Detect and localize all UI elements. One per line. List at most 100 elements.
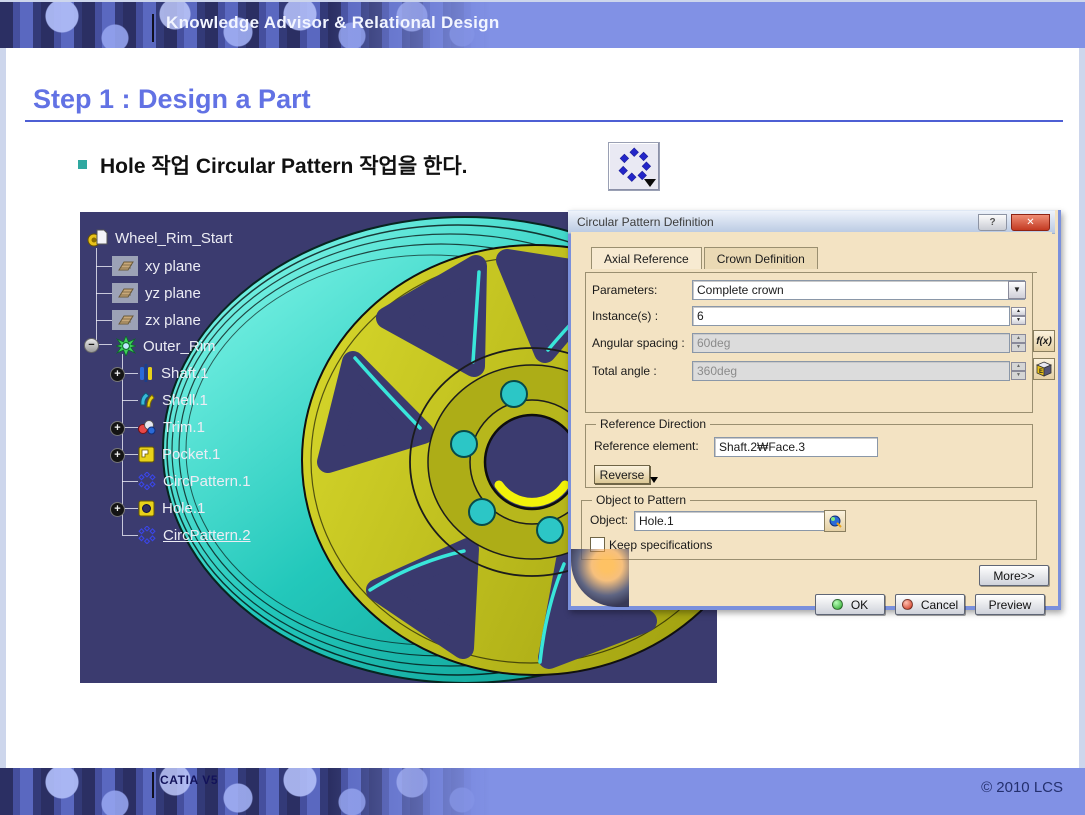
page-right-edge [1079,48,1085,768]
tree-item-label: CircPattern.1 [163,473,251,490]
tree-item-circpattern-2[interactable]: CircPattern.2 [138,525,251,545]
part-icon [86,228,108,248]
circpattern-icon [138,472,156,490]
dialog-body: Axial Reference Crown Definition Paramet… [571,232,1052,606]
circular-pattern-toolbar-button[interactable] [608,142,660,191]
reference-direction-group: Reference Direction Reference element: S… [585,424,1033,488]
tree-line [96,266,112,267]
formula-fx-button[interactable]: f(x) [1033,330,1055,352]
measure-cube-icon: E [1036,361,1052,377]
tree-line [122,481,138,482]
tab-crown-definition[interactable]: Crown Definition [704,247,818,269]
footer-product-label: CATIA V5 [160,773,218,787]
parameters-combobox[interactable]: Complete crown [692,280,1025,300]
dialog-titlebar[interactable]: Circular Pattern Definition ? ✕ [568,210,1055,234]
body-icon [116,336,136,356]
tree-item-yz-plane[interactable]: yz plane [112,283,201,303]
help-button[interactable]: ? [978,214,1007,231]
tree-item-hole[interactable]: Hole.1 [138,498,205,518]
object-to-pattern-legend: Object to Pattern [592,493,690,507]
tree-item-label: Hole.1 [162,500,205,517]
dialog-tabs: Axial Reference Crown Definition [591,247,820,269]
tree-item-label: Shaft.1 [161,365,209,382]
svg-text:E: E [1039,369,1043,375]
tree-expander-hole[interactable]: + [110,502,125,517]
plane-icon [112,310,138,330]
pocket-icon [138,446,155,463]
preview-button[interactable]: Preview [975,594,1045,615]
title-rule [25,120,1063,122]
total-angle-input: 360deg [692,361,1010,381]
tree-item-label: yz plane [145,285,201,302]
tree-item-label: Outer_Rim [143,338,216,355]
instances-input[interactable]: 6 [692,306,1010,326]
tree-item-pocket[interactable]: Pocket.1 [138,444,220,464]
dropdown-arrow-icon[interactable] [644,179,656,187]
ok-button-label: OK [851,598,868,612]
circular-pattern-dialog: Circular Pattern Definition ? ✕ Axial Re… [568,210,1061,610]
tree-item-shell[interactable]: Shell.1 [138,390,208,410]
tree-item-shaft[interactable]: Shaft.1 [138,363,209,383]
bullet-text: Hole 작업 Circular Pattern 작업을 한다. [100,150,467,180]
angular-spacing-input: 60deg [692,333,1010,353]
reference-direction-legend: Reference Direction [596,417,710,431]
angular-spacing-label: Angular spacing : [592,336,692,350]
object-to-pattern-group: Object to Pattern Object: Hole.1 Keep sp… [581,500,1037,560]
footer-tick [152,772,154,798]
slide-page: Knowledge Advisor & Relational Design St… [0,0,1085,815]
total-angle-label: Total angle : [592,364,692,378]
page-left-edge [0,48,6,768]
reverse-button[interactable]: Reverse [594,465,650,484]
plane-icon [112,283,138,303]
more-button[interactable]: More>> [979,565,1049,586]
tree-item-label: xy plane [145,258,201,275]
tree-item-xy-plane[interactable]: xy plane [112,256,201,276]
tree-item-label: Trim.1 [163,419,205,436]
cancel-button-label: Cancel [921,598,958,612]
tree-item-label: Pocket.1 [162,446,220,463]
dialog-corner-artifact [571,549,629,607]
select-object-button[interactable] [824,510,846,532]
select-object-icon [828,514,842,528]
cancel-led-icon [902,599,913,610]
header-banner: Knowledge Advisor & Relational Design [0,2,1085,48]
tree-item-circpattern-1[interactable]: CircPattern.1 [138,471,251,491]
cancel-button[interactable]: Cancel [895,594,965,615]
tree-item-zx-plane[interactable]: zx plane [112,310,201,330]
reference-element-input[interactable]: Shaft.2₩Face.3 [714,437,878,457]
reference-element-label: Reference element: [594,439,699,453]
tree-expander-trim[interactable]: + [110,421,125,436]
tree-item-part-root[interactable]: Wheel_Rim_Start [86,228,233,248]
reverse-dropdown-arrow-icon[interactable] [650,477,658,483]
tree-line [96,248,97,344]
ok-led-icon [832,599,843,610]
ok-button[interactable]: OK [815,594,885,615]
total-angle-spinner: ▲▼ [1011,362,1026,380]
header-title: Knowledge Advisor & Relational Design [166,13,500,33]
tree-item-outer-rim[interactable]: Outer_Rim [116,336,216,356]
tree-line [122,535,138,536]
footer-banner: CATIA V5 © 2010 LCS [0,768,1085,815]
object-input[interactable]: Hole.1 [634,511,830,531]
shell-icon [138,391,155,409]
bullet-row: Hole 작업 Circular Pattern 작업을 한다. [78,150,467,180]
tree-item-trim[interactable]: Trim.1 [138,417,205,437]
tab-axial-reference[interactable]: Axial Reference [591,247,702,269]
close-button[interactable]: ✕ [1011,214,1050,231]
dialog-title: Circular Pattern Definition [577,215,714,229]
tree-item-label: Wheel_Rim_Start [115,230,233,247]
measure-cube-button[interactable]: E [1033,358,1055,380]
tree-line [96,293,112,294]
tree-item-label: zx plane [145,312,201,329]
tree-item-label: CircPattern.2 [163,527,251,544]
tree-expander-shaft[interactable]: + [110,367,125,382]
tree-item-label: Shell.1 [162,392,208,409]
combobox-arrow-icon[interactable]: ▼ [1008,281,1026,299]
tree-expander-pocket[interactable]: + [110,448,125,463]
hole-icon [138,500,155,517]
tree-expander-outer-rim[interactable]: − [84,338,99,353]
instances-spinner[interactable]: ▲▼ [1011,307,1026,325]
angular-spacing-spinner: ▲▼ [1011,334,1026,352]
parameters-box: Parameters: Complete crown ▼ Instance(s)… [585,272,1033,413]
bullet-square-icon [78,160,87,169]
